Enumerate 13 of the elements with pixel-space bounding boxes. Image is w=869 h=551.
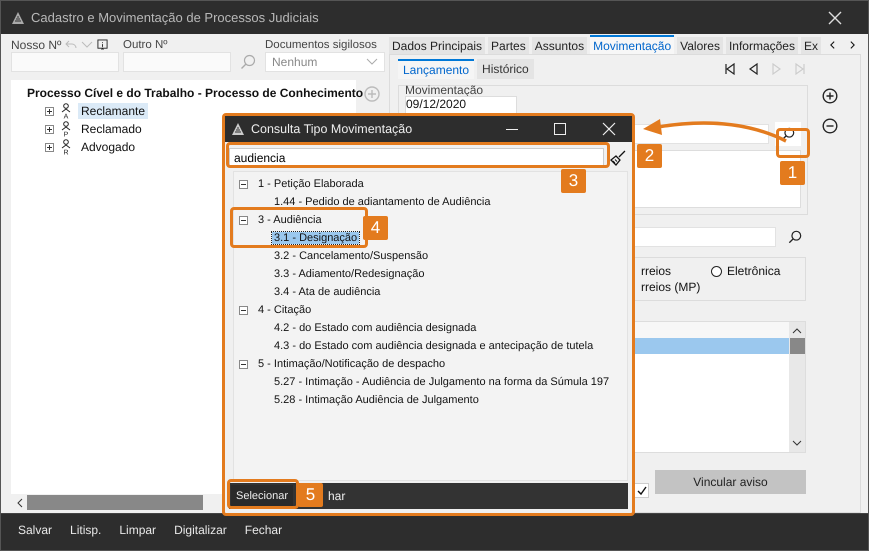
step-badge: 4: [363, 216, 388, 240]
field-label: Nosso Nº: [11, 38, 62, 52]
window-title: Cadastro e Movimentação de Processos Judiciais: [31, 10, 319, 25]
step-badge: 2: [637, 144, 662, 168]
group-label: Movimentação: [405, 84, 484, 96]
field-label: Documentos sigilosos: [265, 39, 378, 51]
option-label: rreios (MP): [641, 280, 702, 294]
step-badge: 5: [298, 483, 323, 507]
option-label: rreios: [641, 264, 672, 278]
dialog-title: Consulta Tipo Movimentação: [251, 122, 412, 136]
step-badge: 1: [780, 161, 805, 185]
step-badge: 3: [561, 169, 586, 193]
field-label: Outro Nº: [123, 39, 168, 51]
